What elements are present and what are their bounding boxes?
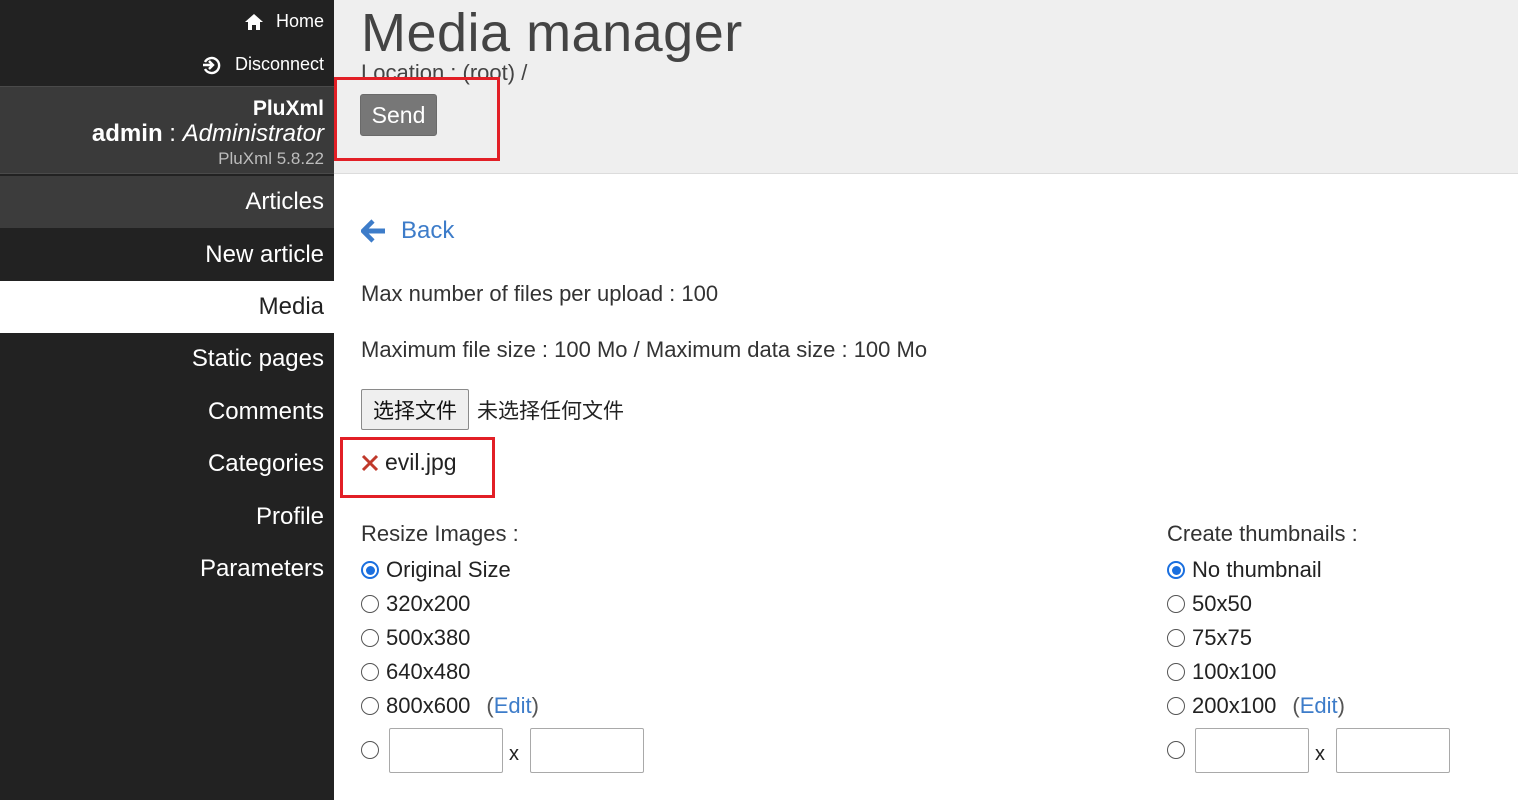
disconnect-link-label: Disconnect — [234, 54, 324, 74]
menu-item-profile[interactable]: Profile — [0, 490, 334, 542]
site-name: PluXml — [252, 97, 324, 120]
menu-item-articles[interactable]: Articles — [0, 176, 334, 229]
resize-option-label: 800x600 — [386, 693, 471, 718]
page-header: Media manager Location : (root) / Send — [334, 0, 1518, 174]
resize-edit-link[interactable]: (Edit) — [486, 693, 539, 719]
menu-item-parameters[interactable]: Parameters — [0, 543, 334, 595]
thumb-edit-label[interactable]: Edit — [1300, 693, 1338, 718]
arrow-left-icon — [361, 219, 387, 243]
thumb-option-label: 50x50 — [1192, 591, 1252, 616]
highlight-box-send — [334, 77, 500, 161]
sidebar: Home Disconnect PluXml admin : Administr… — [0, 0, 334, 800]
menu-item-media[interactable]: Media — [0, 280, 334, 334]
home-link-label: Home — [275, 11, 324, 31]
menu-item-comments[interactable]: Comments — [0, 386, 334, 438]
thumb-option-label: 75x75 — [1192, 625, 1252, 650]
version-label: PluXml 5.8.22 — [218, 149, 324, 168]
menu-item-new-article[interactable]: New article — [0, 228, 334, 280]
radio[interactable] — [361, 741, 379, 759]
resize-option-320x200[interactable]: 320x200 — [361, 587, 644, 621]
resize-edit-label[interactable]: Edit — [494, 693, 532, 718]
thumb-option-none[interactable]: No thumbnail — [1167, 553, 1450, 587]
disconnect-link[interactable]: Disconnect — [0, 43, 324, 86]
thumbnail-title: Create thumbnails : — [1167, 521, 1358, 546]
menu-item-static-pages[interactable]: Static pages — [0, 333, 334, 385]
thumb-option-label: No thumbnail — [1192, 557, 1322, 582]
radio[interactable] — [361, 697, 379, 715]
radio[interactable] — [361, 595, 379, 613]
file-status: 未选择任何文件 — [477, 398, 624, 423]
radio[interactable] — [361, 663, 379, 681]
home-icon — [244, 13, 264, 31]
resize-title: Resize Images : — [361, 521, 519, 546]
thumb-option-200x100[interactable]: 200x100 (Edit) — [1167, 689, 1450, 723]
thumb-option-50x50[interactable]: 50x50 — [1167, 587, 1450, 621]
resize-height-input[interactable] — [530, 727, 644, 773]
home-link[interactable]: Home — [0, 0, 324, 43]
radio-selected[interactable] — [361, 561, 379, 579]
radio[interactable] — [1167, 741, 1185, 759]
file-picker: 选择文件 未选择任何文件 — [361, 389, 624, 430]
resize-option-label: 500x380 — [386, 625, 471, 650]
thumb-width-input[interactable] — [1195, 727, 1309, 773]
times-label: x — [1315, 742, 1325, 765]
back-link[interactable]: Back — [361, 217, 454, 245]
thumbnail-options: Create thumbnails : No thumbnail 50x50 7… — [1167, 519, 1450, 774]
radio[interactable] — [1167, 663, 1185, 681]
sidebar-menu: Articles New article Media Static pages … — [0, 176, 334, 595]
resize-option-800x600[interactable]: 800x600 (Edit) — [361, 689, 644, 723]
user-info: PluXml admin : Administrator PluXml 5.8.… — [0, 86, 334, 174]
radio[interactable] — [361, 629, 379, 647]
user-separator: : — [162, 120, 183, 147]
thumb-height-input[interactable] — [1336, 727, 1450, 773]
thumb-option-label: 100x100 — [1192, 659, 1277, 684]
thumb-option-custom: x — [1167, 726, 1450, 774]
choose-file-button[interactable]: 选择文件 — [361, 389, 469, 430]
main-content: Back Max number of files per upload : 10… — [334, 175, 1518, 800]
user-name: admin — [91, 120, 163, 147]
max-files-info: Max number of files per upload : 100 — [361, 281, 719, 306]
user-line: admin : Administrator — [0, 121, 324, 147]
sidebar-top-links: Home Disconnect — [0, 0, 334, 86]
radio-selected[interactable] — [1167, 561, 1185, 579]
radio[interactable] — [1167, 629, 1185, 647]
resize-options: Resize Images : Original Size 320x200 50… — [361, 519, 644, 774]
resize-option-label: 640x480 — [386, 659, 471, 684]
resize-option-custom: x — [361, 726, 644, 774]
resize-option-640x480[interactable]: 640x480 — [361, 655, 644, 689]
thumb-option-75x75[interactable]: 75x75 — [1167, 621, 1450, 655]
resize-width-input[interactable] — [389, 727, 503, 773]
page-title: Media manager — [361, 3, 743, 63]
highlight-box-file — [340, 437, 495, 498]
radio[interactable] — [1167, 595, 1185, 613]
resize-option-original[interactable]: Original Size — [361, 553, 644, 587]
thumb-option-100x100[interactable]: 100x100 — [1167, 655, 1450, 689]
resize-option-500x380[interactable]: 500x380 — [361, 621, 644, 655]
times-label: x — [509, 742, 519, 765]
resize-option-label: Original Size — [386, 557, 511, 582]
menu-item-categories[interactable]: Categories — [0, 438, 334, 490]
thumb-edit-link[interactable]: (Edit) — [1292, 693, 1345, 719]
sign-out-icon — [201, 55, 223, 75]
resize-option-label: 320x200 — [386, 591, 471, 616]
radio[interactable] — [1167, 697, 1185, 715]
max-size-info: Maximum file size : 100 Mo / Maximum dat… — [361, 337, 928, 362]
thumb-option-label: 200x100 — [1192, 693, 1277, 718]
user-role: Administrator — [182, 120, 324, 147]
back-link-label: Back — [401, 217, 455, 244]
